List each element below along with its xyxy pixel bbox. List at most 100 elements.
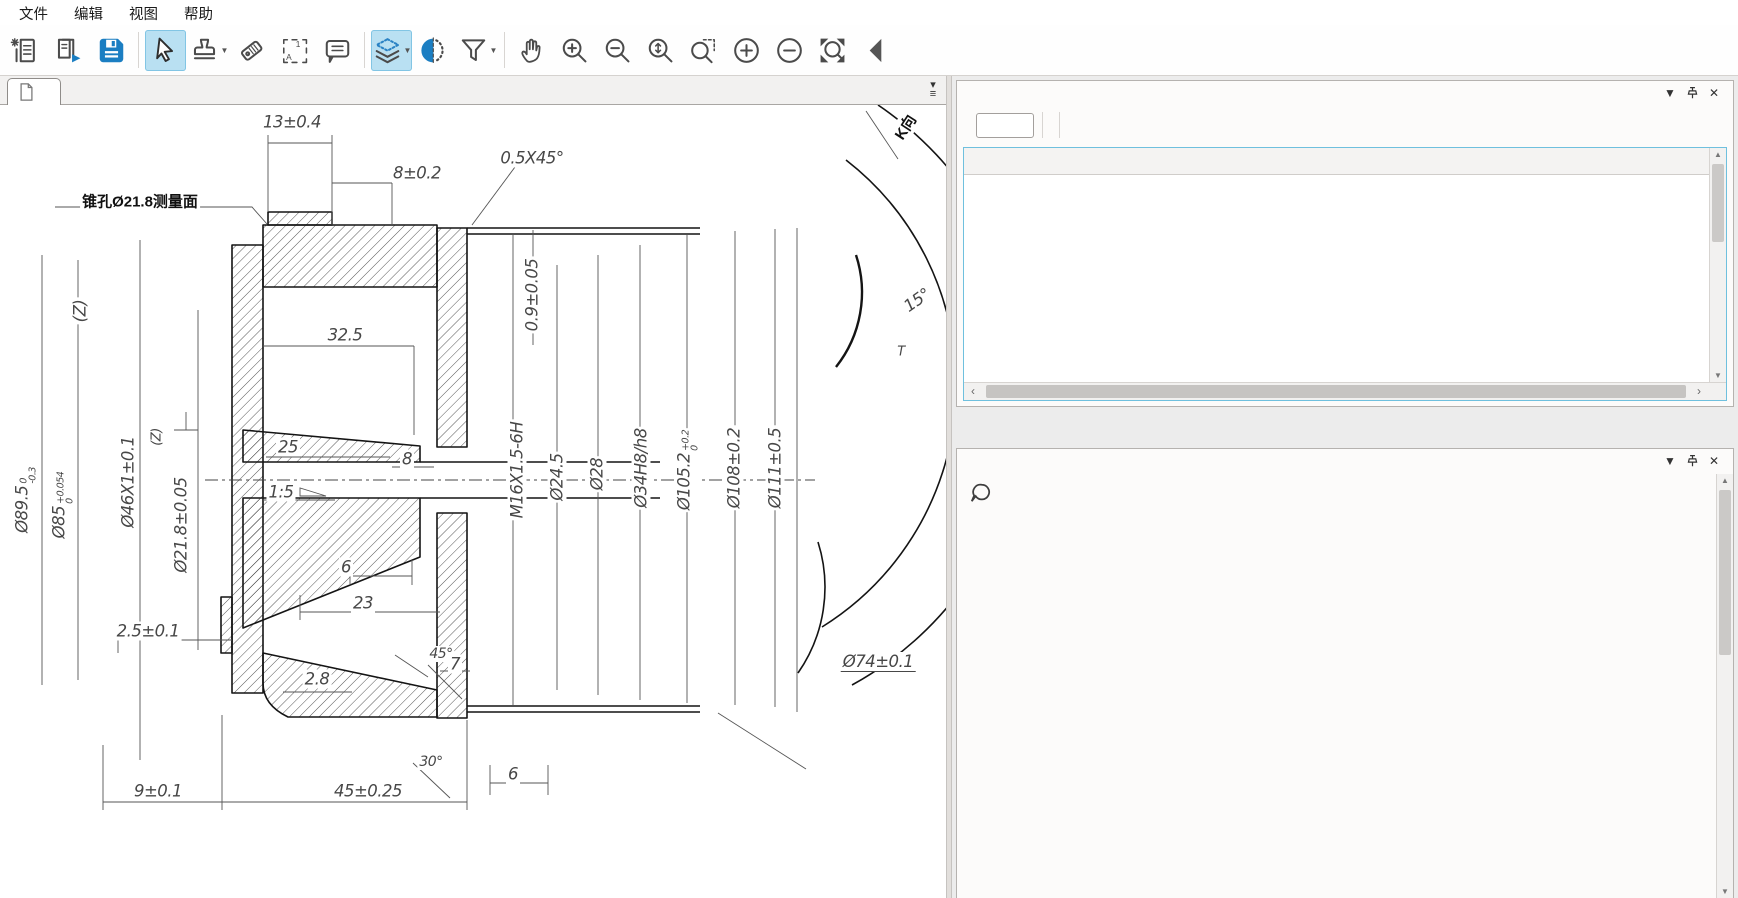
dimension-label: 2.5±0.1 (115, 622, 182, 641)
svg-text:1: 1 (296, 38, 301, 48)
tag-button[interactable] (231, 30, 272, 71)
layers-button[interactable]: ▼ (371, 30, 412, 71)
scroll-up-icon[interactable]: ▲ (1717, 476, 1733, 485)
new-document-button[interactable] (5, 30, 46, 71)
save-button[interactable] (91, 30, 132, 71)
dimension-label: (Z) (150, 426, 165, 448)
menu-item-文件[interactable]: 文件 (6, 0, 61, 27)
scroll-up-icon[interactable]: ▲ (1710, 150, 1726, 159)
zoom-out-icon (602, 35, 633, 66)
close-icon[interactable]: ✕ (1703, 86, 1725, 100)
scroll-right-icon[interactable]: › (1690, 383, 1708, 400)
characteristics-panel: ▼ ✕ ▲ ▼ ‹ › (956, 80, 1734, 407)
dimension-label: (Z) (71, 298, 90, 325)
tab-list-icon[interactable]: ▾≡ (924, 81, 942, 101)
dropdown-arrow-icon[interactable]: ▼ (221, 46, 229, 55)
dimension-label: 0.5X45° (498, 149, 565, 168)
zoom-vertical-button[interactable] (640, 30, 681, 71)
toolbar-collapse-button[interactable] (855, 30, 896, 71)
menu-bar: 文件编辑视图帮助 (0, 0, 1738, 25)
dimension-label: 30° (417, 754, 444, 770)
region-select-icon: 1A (279, 35, 310, 66)
mirror-icon (419, 35, 450, 66)
dimension-label: Ø24.5 (548, 451, 567, 502)
dimension-label: 0.9±0.05 (523, 257, 542, 334)
zoom-window-icon (688, 35, 719, 66)
dimension-label: 1:5 (266, 483, 295, 502)
dimension-label: Ø34H8/h8 (632, 426, 651, 509)
zoom-out-button[interactable] (597, 30, 638, 71)
balloon-icon (969, 482, 991, 504)
dimension-label: 25 (276, 438, 300, 457)
scroll-thumb[interactable] (986, 385, 1686, 398)
scroll-down-icon[interactable]: ▼ (1717, 887, 1733, 896)
collapse-chevron-icon[interactable]: ▼ (1659, 454, 1681, 468)
document-icon (19, 83, 34, 101)
dimension-label: M16X1.5-6H (508, 420, 527, 521)
zoom-fit-icon (817, 35, 848, 66)
open-document-icon (53, 35, 84, 66)
comment-icon (322, 35, 353, 66)
dimension-label: Ø21.8±0.05 (172, 475, 191, 574)
tab-flywheel-dwg[interactable] (7, 78, 61, 105)
zoom-plus-button[interactable] (726, 30, 767, 71)
zoom-in-button[interactable] (554, 30, 595, 71)
detail-vertical-scrollbar[interactable]: ▲ ▼ (1716, 474, 1733, 898)
stamp-icon (189, 35, 220, 66)
new-document-icon (10, 35, 41, 66)
svg-text:A: A (286, 52, 292, 62)
dimension-label: 6 (506, 765, 520, 784)
table-vertical-scrollbar[interactable]: ▲ ▼ (1709, 148, 1726, 382)
zoom-minus-icon (774, 35, 805, 66)
zoom-vertical-icon (645, 35, 676, 66)
drawing-canvas[interactable]: 13±0.48±0.20.5X45°锥孔Ø21.8测量面32.52581:562… (0, 105, 946, 898)
menu-item-视图[interactable]: 视图 (116, 0, 171, 27)
dimension-label: 6 (339, 558, 353, 577)
tag-icon (236, 35, 267, 66)
zoom-window-button[interactable] (683, 30, 724, 71)
table-horizontal-scrollbar[interactable]: ‹ › (964, 382, 1726, 400)
scroll-thumb[interactable] (1712, 164, 1724, 242)
pin-icon[interactable] (1681, 454, 1703, 468)
pan-hand-button[interactable] (511, 30, 552, 71)
dimension-label: 锥孔Ø21.8测量面 (80, 191, 200, 212)
close-icon[interactable]: ✕ (1703, 454, 1725, 468)
dropdown-arrow-icon[interactable]: ▼ (490, 46, 498, 55)
pan-hand-icon (516, 35, 547, 66)
save-icon (96, 35, 127, 66)
dimension-label: 7 (448, 655, 462, 674)
dimension-label: Ø105.2+0.20 (675, 428, 700, 512)
mirror-button[interactable] (414, 30, 455, 71)
zoom-fit-button[interactable] (812, 30, 853, 71)
dimension-label: 8 (400, 450, 414, 469)
scroll-thumb[interactable] (1719, 490, 1731, 655)
dimension-label: 32.5 (326, 326, 365, 345)
menu-item-帮助[interactable]: 帮助 (171, 0, 226, 27)
comment-button[interactable] (317, 30, 358, 71)
start-input[interactable] (976, 113, 1034, 138)
menu-item-编辑[interactable]: 编辑 (61, 0, 116, 27)
zoom-in-icon (559, 35, 590, 66)
panel-splitter[interactable] (946, 76, 952, 898)
region-select-button[interactable]: 1A (274, 30, 315, 71)
filter-button[interactable]: ▼ (457, 30, 498, 71)
select-cursor-icon (150, 35, 181, 66)
open-document-button[interactable] (48, 30, 89, 71)
dimension-label: Ø111±0.5 (766, 426, 785, 511)
dropdown-arrow-icon[interactable]: ▼ (404, 46, 412, 55)
zoom-minus-button[interactable] (769, 30, 810, 71)
dimension-label: 23 (351, 594, 375, 613)
collapse-chevron-icon[interactable]: ▼ (1659, 86, 1681, 100)
scroll-down-icon[interactable]: ▼ (1710, 371, 1726, 380)
select-cursor-button[interactable] (145, 30, 186, 71)
detail-item-header (957, 473, 1733, 510)
flywheel-section-drawing (0, 105, 946, 898)
pin-icon[interactable] (1681, 86, 1703, 100)
scroll-left-icon[interactable]: ‹ (964, 383, 982, 400)
characteristics-toolbar (957, 105, 1733, 145)
dimension-label: 9±0.1 (132, 782, 184, 801)
stamp-button[interactable]: ▼ (188, 30, 229, 71)
table-header[interactable] (964, 148, 1709, 175)
dimension-label: 13±0.4 (261, 113, 323, 132)
characteristic-detail-panel: ▼ ✕ ▲ ▼ (956, 448, 1734, 898)
